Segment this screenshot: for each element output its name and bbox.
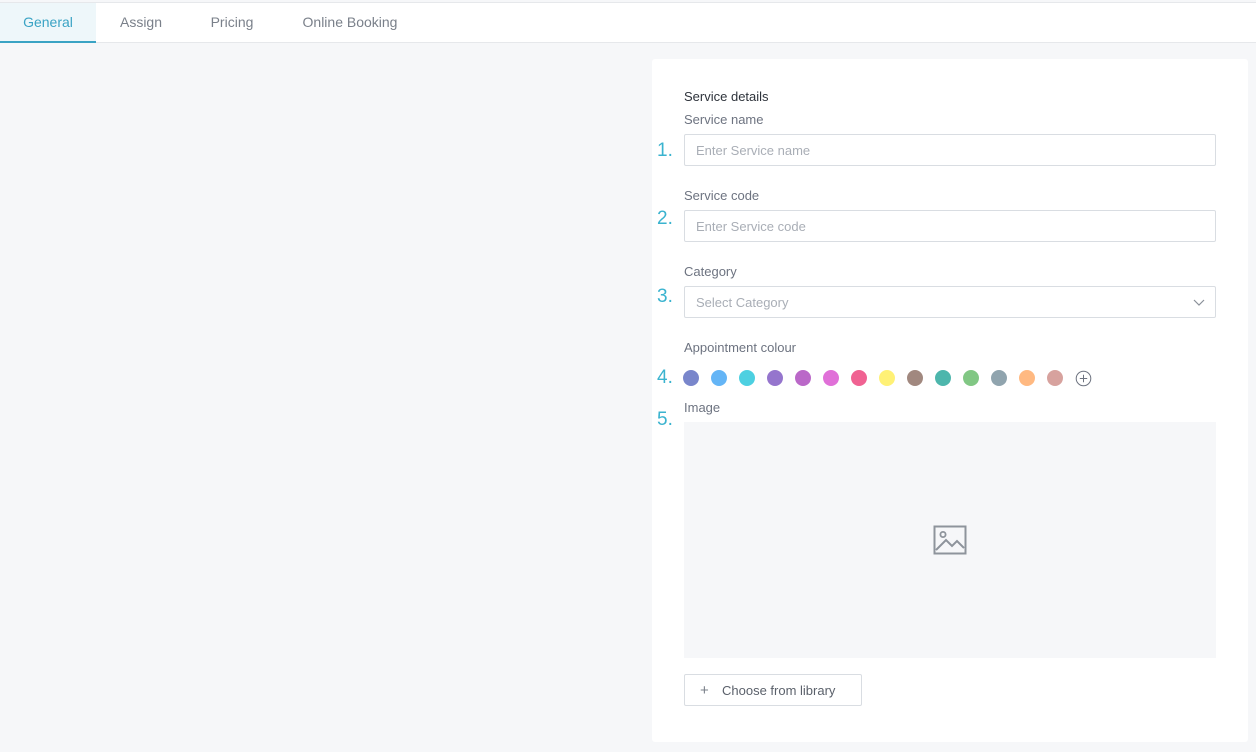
colour-swatch[interactable] (683, 370, 699, 386)
choose-from-library-label: Choose from library (722, 683, 836, 698)
colour-swatch-row (683, 369, 1092, 387)
section-title: Service details (684, 89, 769, 104)
add-colour-icon[interactable] (1075, 370, 1092, 387)
colour-swatch[interactable] (879, 370, 895, 386)
colour-swatch[interactable] (795, 370, 811, 386)
appointment-colour-label: Appointment colour (684, 340, 797, 355)
colour-swatch[interactable] (1019, 370, 1035, 386)
colour-swatch[interactable] (963, 370, 979, 386)
image-dropzone[interactable] (684, 422, 1216, 658)
tab-assign[interactable]: Assign (106, 3, 176, 43)
image-label: Image (684, 400, 721, 415)
step-number-5: 5. (657, 409, 673, 430)
tab-online-booking[interactable]: Online Booking (290, 3, 410, 43)
colour-swatch[interactable] (991, 370, 1007, 386)
category-label: Category (684, 264, 737, 279)
colour-swatch[interactable] (935, 370, 951, 386)
image-placeholder-icon (933, 525, 967, 555)
service-code-label: Service code (684, 188, 760, 203)
colour-swatch[interactable] (823, 370, 839, 386)
step-number-1: 1. (657, 140, 673, 161)
service-name-label: Service name (684, 112, 764, 127)
colour-swatch[interactable] (851, 370, 867, 386)
service-name-input[interactable] (684, 134, 1216, 166)
colour-swatch[interactable] (907, 370, 923, 386)
step-number-2: 2. (657, 208, 673, 229)
step-number-4: 4. (657, 367, 673, 388)
tab-bar: General Assign Pricing Online Booking (0, 2, 1256, 43)
step-number-3: 3. (657, 286, 673, 307)
plus-icon: + (700, 682, 709, 699)
tab-general[interactable]: General (0, 3, 96, 43)
category-select-placeholder: Select Category (696, 295, 789, 310)
colour-swatch[interactable] (767, 370, 783, 386)
tab-pricing[interactable]: Pricing (196, 3, 268, 43)
colour-swatch[interactable] (711, 370, 727, 386)
service-code-input[interactable] (684, 210, 1216, 242)
colour-swatch[interactable] (739, 370, 755, 386)
colour-swatch[interactable] (1047, 370, 1063, 386)
category-select[interactable]: Select Category (684, 286, 1216, 318)
chevron-down-icon (1193, 299, 1205, 306)
choose-from-library-button[interactable]: + Choose from library (684, 674, 862, 706)
